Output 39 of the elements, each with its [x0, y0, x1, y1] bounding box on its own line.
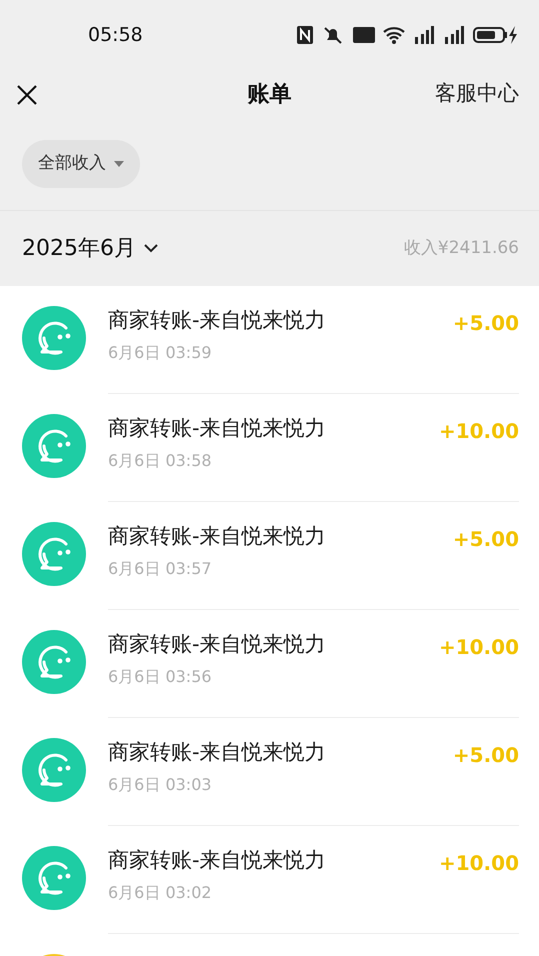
transaction-amount: +5.00 — [452, 310, 519, 337]
transaction-title: 商家转账-来自悦来悦力 — [108, 740, 326, 766]
transaction-title: 商家转账-来自悦来悦力 — [108, 848, 326, 874]
transaction-row[interactable]: 商家转账-来自悦来悦力 6月6日 03:02 +10.00 — [0, 826, 539, 934]
transaction-time: 6月6日 03:03 — [108, 774, 213, 796]
signal-icon — [413, 26, 435, 44]
status-time: 05:58 — [88, 22, 143, 48]
signal-icon — [443, 26, 465, 44]
close-icon — [16, 84, 38, 106]
transaction-title: 商家转账-来自悦来悦力 — [108, 416, 326, 442]
transaction-time: 6月6日 03:58 — [108, 450, 213, 472]
wifi-icon — [383, 26, 405, 44]
transaction-amount: +10.00 — [438, 850, 519, 877]
transaction-row[interactable]: 商家转账-来自悦来悦力 6月6日 03:03 +5.00 — [0, 718, 539, 826]
transaction-title: 商家转账-来自悦来悦力 — [108, 308, 326, 334]
transaction-time: 6月6日 03:02 — [108, 882, 213, 904]
chevron-down-icon — [144, 244, 158, 253]
page-title: 账单 — [248, 80, 292, 108]
transaction-time: 6月6日 03:56 — [108, 666, 213, 688]
transaction-row[interactable]: 商家转账-来自悦来悦力 6月6日 03:59 +5.00 — [0, 286, 539, 394]
battery-charging-icon — [473, 26, 517, 44]
transaction-amount: +10.00 — [438, 634, 519, 661]
filter-dropdown[interactable]: 全部收入 — [22, 140, 140, 188]
customer-service-link[interactable]: 客服中心 — [435, 78, 519, 110]
transaction-title: 商家转账-来自悦来悦力 — [108, 632, 326, 658]
close-button[interactable] — [16, 82, 38, 106]
transaction-amount: +5.00 — [452, 742, 519, 769]
transaction-amount: +10.00 — [438, 418, 519, 445]
transaction-row[interactable]: 商家转账-来自悦来悦力 6月6日 03:57 +5.00 — [0, 502, 539, 610]
caret-icon — [114, 161, 124, 167]
transaction-time: 6月6日 03:57 — [108, 558, 213, 580]
transaction-row[interactable]: 商家转账-来自悦来悦力 6月6日 03:58 +10.00 — [0, 394, 539, 502]
transaction-row[interactable]: 商家转账-来自悦来悦力 6月6日 03:56 +10.00 — [0, 610, 539, 718]
month-selector[interactable]: 2025年6月 — [22, 232, 158, 265]
transaction-title: 商家转账-来自悦来悦力 — [108, 524, 326, 550]
transaction-amount: +5.00 — [452, 526, 519, 553]
income-summary: 收入¥2411.66 — [404, 236, 519, 260]
transaction-time: 6月6日 03:59 — [108, 342, 213, 364]
nfc-icon — [297, 26, 313, 44]
